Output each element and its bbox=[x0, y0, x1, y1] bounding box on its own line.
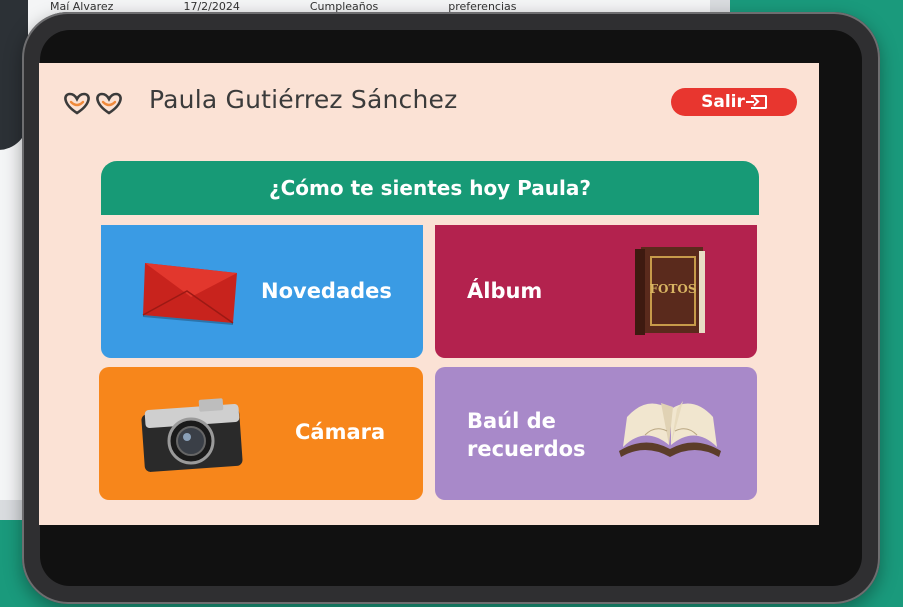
app-header: Paula Gutiérrez Sánchez Salir bbox=[39, 63, 819, 143]
tile-album[interactable]: Álbum FOTOS bbox=[435, 225, 757, 358]
logout-label: Salir bbox=[701, 92, 745, 112]
tile-label-album: Álbum bbox=[467, 279, 543, 303]
tile-baul-de-recuerdos[interactable]: Baúl de recuerdos bbox=[435, 367, 757, 500]
logout-button[interactable]: Salir bbox=[671, 88, 797, 116]
mood-question-banner: ¿Cómo te sientes hoy Paula? bbox=[101, 161, 759, 215]
hearts-logo-icon bbox=[64, 92, 122, 115]
tile-label-novedades: Novedades bbox=[261, 279, 392, 303]
envelope-icon bbox=[142, 263, 237, 325]
tile-novedades[interactable]: Novedades bbox=[101, 225, 423, 358]
user-name: Paula Gutiérrez Sánchez bbox=[149, 85, 458, 114]
tile-label-baul-line1: Baúl de bbox=[467, 409, 556, 433]
tile-label-camara: Cámara bbox=[295, 420, 386, 444]
app-screen: Paula Gutiérrez Sánchez Salir ¿Cómo te s… bbox=[39, 63, 819, 525]
camera-icon bbox=[141, 398, 243, 472]
mood-question-text: ¿Cómo te sientes hoy Paula? bbox=[269, 176, 591, 200]
photo-album-icon: FOTOS bbox=[635, 247, 705, 335]
tile-label-baul-line2: recuerdos bbox=[467, 437, 586, 461]
tile-label-baul: Baúl de recuerdos bbox=[467, 407, 607, 463]
logout-icon bbox=[745, 95, 767, 109]
open-book-icon bbox=[619, 401, 721, 457]
album-cover-text: FOTOS bbox=[649, 282, 696, 296]
tile-camara[interactable]: Cámara bbox=[99, 367, 423, 500]
